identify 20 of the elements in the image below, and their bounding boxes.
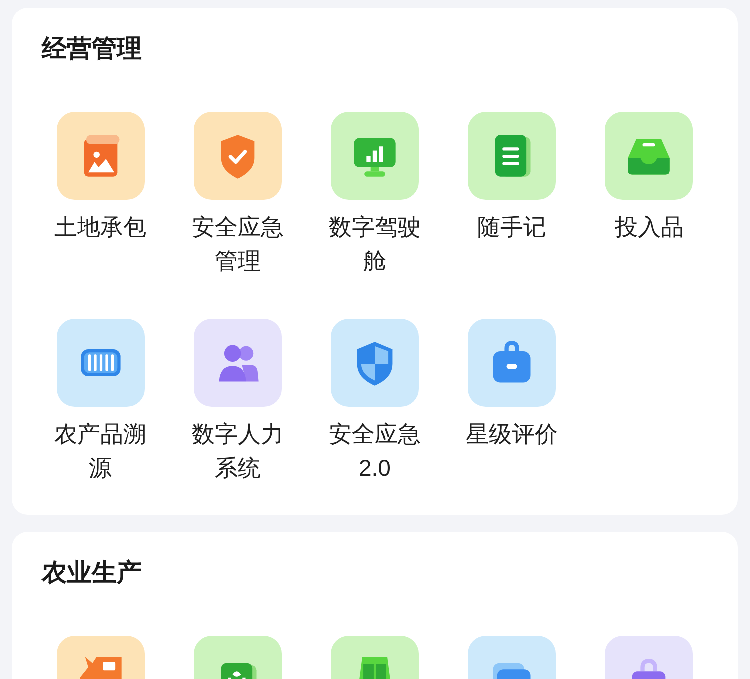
app-tile[interactable] xyxy=(330,319,419,407)
app-tile[interactable] xyxy=(468,319,556,407)
app-label: 投入品 xyxy=(614,213,685,242)
app-label: 数字人力系统 xyxy=(190,420,285,483)
app-label: 安全应急2.0 xyxy=(328,420,422,483)
app-label: 数字驾驶舱 xyxy=(328,213,422,276)
app-label: 土地承包 xyxy=(54,213,148,242)
app-tile[interactable] xyxy=(56,112,145,200)
app-label: 随手记 xyxy=(476,213,548,242)
app-tile[interactable] xyxy=(194,319,282,407)
app-tile[interactable] xyxy=(56,319,145,407)
app-label: 农产品溯源 xyxy=(54,420,148,483)
app-tile[interactable] xyxy=(330,112,419,200)
app-label: 星级评价 xyxy=(465,420,560,449)
section-title: 经营管理 xyxy=(40,34,142,64)
section-title: 农业生产 xyxy=(40,558,142,588)
app-tile[interactable] xyxy=(468,112,556,200)
app-label: 安全应急管理 xyxy=(190,213,285,276)
app-tile[interactable] xyxy=(605,112,694,200)
app-tile[interactable] xyxy=(194,112,282,200)
